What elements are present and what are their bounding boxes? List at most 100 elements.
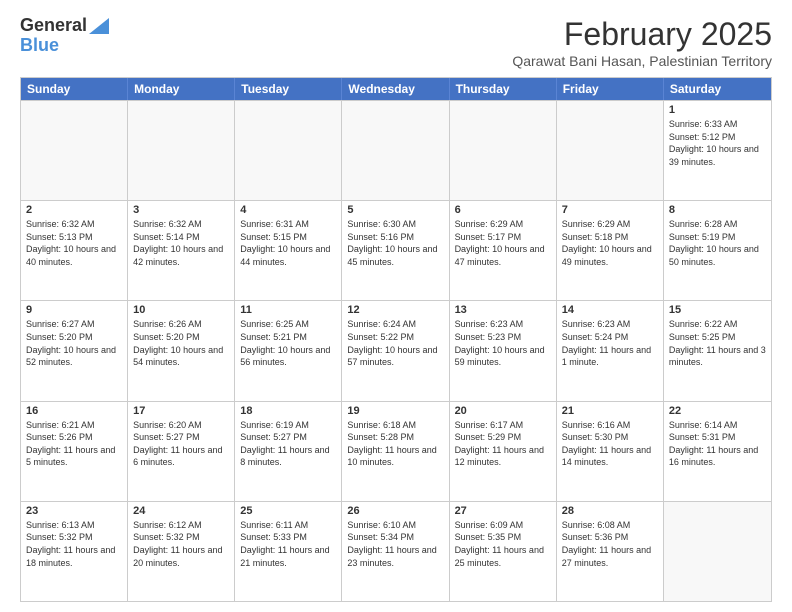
day-number: 18 <box>240 405 336 417</box>
cell-info: Sunrise: 6:14 AM Sunset: 5:31 PM Dayligh… <box>669 419 766 469</box>
cell-info: Sunrise: 6:21 AM Sunset: 5:26 PM Dayligh… <box>26 419 122 469</box>
day-number: 11 <box>240 304 336 316</box>
day-number: 20 <box>455 405 551 417</box>
cell-info: Sunrise: 6:24 AM Sunset: 5:22 PM Dayligh… <box>347 318 443 368</box>
calendar-row-5: 23Sunrise: 6:13 AM Sunset: 5:32 PM Dayli… <box>21 501 771 601</box>
cell-info: Sunrise: 6:31 AM Sunset: 5:15 PM Dayligh… <box>240 218 336 268</box>
calendar-cell: 4 Sunrise: 6:31 AM Sunset: 5:15 PM Daylig… <box>235 201 342 300</box>
calendar-cell: 23Sunrise: 6:13 AM Sunset: 5:32 PM Dayli… <box>21 502 128 601</box>
day-number: 21 <box>562 405 658 417</box>
day-number: 9 <box>26 304 122 316</box>
day-number: 10 <box>133 304 229 316</box>
day-number: 24 <box>133 505 229 517</box>
weekday-header-saturday: Saturday <box>664 78 771 100</box>
logo-icon <box>89 18 109 34</box>
calendar-cell: 1Sunrise: 6:33 AM Sunset: 5:12 PM Daylig… <box>664 101 771 200</box>
calendar-cell: 28 Sunrise: 6:08 AM Sunset: 5:36 PM Dayli… <box>557 502 664 601</box>
day-number: 13 <box>455 304 551 316</box>
day-number: 14 <box>562 304 658 316</box>
calendar-cell: 22 Sunrise: 6:14 AM Sunset: 5:31 PM Dayli… <box>664 402 771 501</box>
header: General Blue February 2025 Qarawat Bani … <box>20 16 772 69</box>
cell-info: Sunrise: 6:28 AM Sunset: 5:19 PM Dayligh… <box>669 218 766 268</box>
cell-info: Sunrise: 6:16 AM Sunset: 5:30 PM Dayligh… <box>562 419 658 469</box>
day-number: 5 <box>347 204 443 216</box>
weekday-header-sunday: Sunday <box>21 78 128 100</box>
weekday-header-thursday: Thursday <box>450 78 557 100</box>
calendar-cell: 9 Sunrise: 6:27 AM Sunset: 5:20 PM Daylig… <box>21 301 128 400</box>
calendar-cell: 21 Sunrise: 6:16 AM Sunset: 5:30 PM Dayli… <box>557 402 664 501</box>
cell-info: Sunrise: 6:23 AM Sunset: 5:23 PM Dayligh… <box>455 318 551 368</box>
title-area: February 2025 Qarawat Bani Hasan, Palest… <box>512 16 772 69</box>
calendar-cell: 17 Sunrise: 6:20 AM Sunset: 5:27 PM Dayli… <box>128 402 235 501</box>
cell-info: Sunrise: 6:27 AM Sunset: 5:20 PM Dayligh… <box>26 318 122 368</box>
calendar-cell <box>342 101 449 200</box>
cell-info: Sunrise: 6:10 AM Sunset: 5:34 PM Dayligh… <box>347 519 443 569</box>
calendar-row-4: 16 Sunrise: 6:21 AM Sunset: 5:26 PM Dayli… <box>21 401 771 501</box>
location: Qarawat Bani Hasan, Palestinian Territor… <box>512 53 772 69</box>
cell-info: Sunrise: 6:09 AM Sunset: 5:35 PM Dayligh… <box>455 519 551 569</box>
weekday-header-tuesday: Tuesday <box>235 78 342 100</box>
day-number: 1 <box>669 104 766 116</box>
cell-info: Sunrise: 6:32 AM Sunset: 5:14 PM Dayligh… <box>133 218 229 268</box>
calendar-row-1: 1Sunrise: 6:33 AM Sunset: 5:12 PM Daylig… <box>21 100 771 200</box>
calendar-cell: 25Sunrise: 6:11 AM Sunset: 5:33 PM Dayli… <box>235 502 342 601</box>
weekday-header-monday: Monday <box>128 78 235 100</box>
calendar-cell <box>128 101 235 200</box>
calendar-cell: 12 Sunrise: 6:24 AM Sunset: 5:22 PM Dayli… <box>342 301 449 400</box>
cell-info: Sunrise: 6:22 AM Sunset: 5:25 PM Dayligh… <box>669 318 766 368</box>
calendar-cell: 27 Sunrise: 6:09 AM Sunset: 5:35 PM Dayli… <box>450 502 557 601</box>
calendar-cell: 2 Sunrise: 6:32 AM Sunset: 5:13 PM Daylig… <box>21 201 128 300</box>
day-number: 2 <box>26 204 122 216</box>
cell-info: Sunrise: 6:30 AM Sunset: 5:16 PM Dayligh… <box>347 218 443 268</box>
cell-info: Sunrise: 6:11 AM Sunset: 5:33 PM Dayligh… <box>240 519 336 569</box>
cell-info: Sunrise: 6:08 AM Sunset: 5:36 PM Dayligh… <box>562 519 658 569</box>
weekday-header-friday: Friday <box>557 78 664 100</box>
calendar-cell: 26 Sunrise: 6:10 AM Sunset: 5:34 PM Dayli… <box>342 502 449 601</box>
calendar-cell: 19 Sunrise: 6:18 AM Sunset: 5:28 PM Dayli… <box>342 402 449 501</box>
day-number: 28 <box>562 505 658 517</box>
calendar-cell: 6Sunrise: 6:29 AM Sunset: 5:17 PM Daylig… <box>450 201 557 300</box>
month-title: February 2025 <box>512 16 772 53</box>
calendar-row-3: 9 Sunrise: 6:27 AM Sunset: 5:20 PM Daylig… <box>21 300 771 400</box>
calendar-cell: 5 Sunrise: 6:30 AM Sunset: 5:16 PM Daylig… <box>342 201 449 300</box>
day-number: 4 <box>240 204 336 216</box>
day-number: 17 <box>133 405 229 417</box>
day-number: 27 <box>455 505 551 517</box>
calendar-cell: 8 Sunrise: 6:28 AM Sunset: 5:19 PM Daylig… <box>664 201 771 300</box>
cell-info: Sunrise: 6:18 AM Sunset: 5:28 PM Dayligh… <box>347 419 443 469</box>
calendar-cell: 10Sunrise: 6:26 AM Sunset: 5:20 PM Dayli… <box>128 301 235 400</box>
calendar-cell: 11Sunrise: 6:25 AM Sunset: 5:21 PM Dayli… <box>235 301 342 400</box>
day-number: 16 <box>26 405 122 417</box>
calendar-cell: 20 Sunrise: 6:17 AM Sunset: 5:29 PM Dayli… <box>450 402 557 501</box>
cell-info: Sunrise: 6:12 AM Sunset: 5:32 PM Dayligh… <box>133 519 229 569</box>
calendar-cell: 18 Sunrise: 6:19 AM Sunset: 5:27 PM Dayli… <box>235 402 342 501</box>
calendar-row-2: 2 Sunrise: 6:32 AM Sunset: 5:13 PM Daylig… <box>21 200 771 300</box>
day-number: 26 <box>347 505 443 517</box>
calendar-cell: 13 Sunrise: 6:23 AM Sunset: 5:23 PM Dayli… <box>450 301 557 400</box>
day-number: 22 <box>669 405 766 417</box>
calendar-header: SundayMondayTuesdayWednesdayThursdayFrid… <box>21 78 771 100</box>
day-number: 7 <box>562 204 658 216</box>
weekday-header-wednesday: Wednesday <box>342 78 449 100</box>
calendar-cell: 24 Sunrise: 6:12 AM Sunset: 5:32 PM Dayli… <box>128 502 235 601</box>
calendar-cell <box>557 101 664 200</box>
cell-info: Sunrise: 6:29 AM Sunset: 5:18 PM Dayligh… <box>562 218 658 268</box>
cell-info: Sunrise: 6:23 AM Sunset: 5:24 PM Dayligh… <box>562 318 658 368</box>
day-number: 8 <box>669 204 766 216</box>
calendar-cell <box>235 101 342 200</box>
cell-info: Sunrise: 6:17 AM Sunset: 5:29 PM Dayligh… <box>455 419 551 469</box>
day-number: 19 <box>347 405 443 417</box>
day-number: 3 <box>133 204 229 216</box>
calendar-cell: 16 Sunrise: 6:21 AM Sunset: 5:26 PM Dayli… <box>21 402 128 501</box>
logo-general: General <box>20 16 87 36</box>
calendar-cell: 15 Sunrise: 6:22 AM Sunset: 5:25 PM Dayli… <box>664 301 771 400</box>
calendar-cell <box>450 101 557 200</box>
day-number: 15 <box>669 304 766 316</box>
page: General Blue February 2025 Qarawat Bani … <box>0 0 792 612</box>
day-number: 12 <box>347 304 443 316</box>
cell-info: Sunrise: 6:19 AM Sunset: 5:27 PM Dayligh… <box>240 419 336 469</box>
cell-info: Sunrise: 6:32 AM Sunset: 5:13 PM Dayligh… <box>26 218 122 268</box>
cell-info: Sunrise: 6:20 AM Sunset: 5:27 PM Dayligh… <box>133 419 229 469</box>
calendar-cell: 14 Sunrise: 6:23 AM Sunset: 5:24 PM Dayli… <box>557 301 664 400</box>
calendar-cell: 3 Sunrise: 6:32 AM Sunset: 5:14 PM Daylig… <box>128 201 235 300</box>
